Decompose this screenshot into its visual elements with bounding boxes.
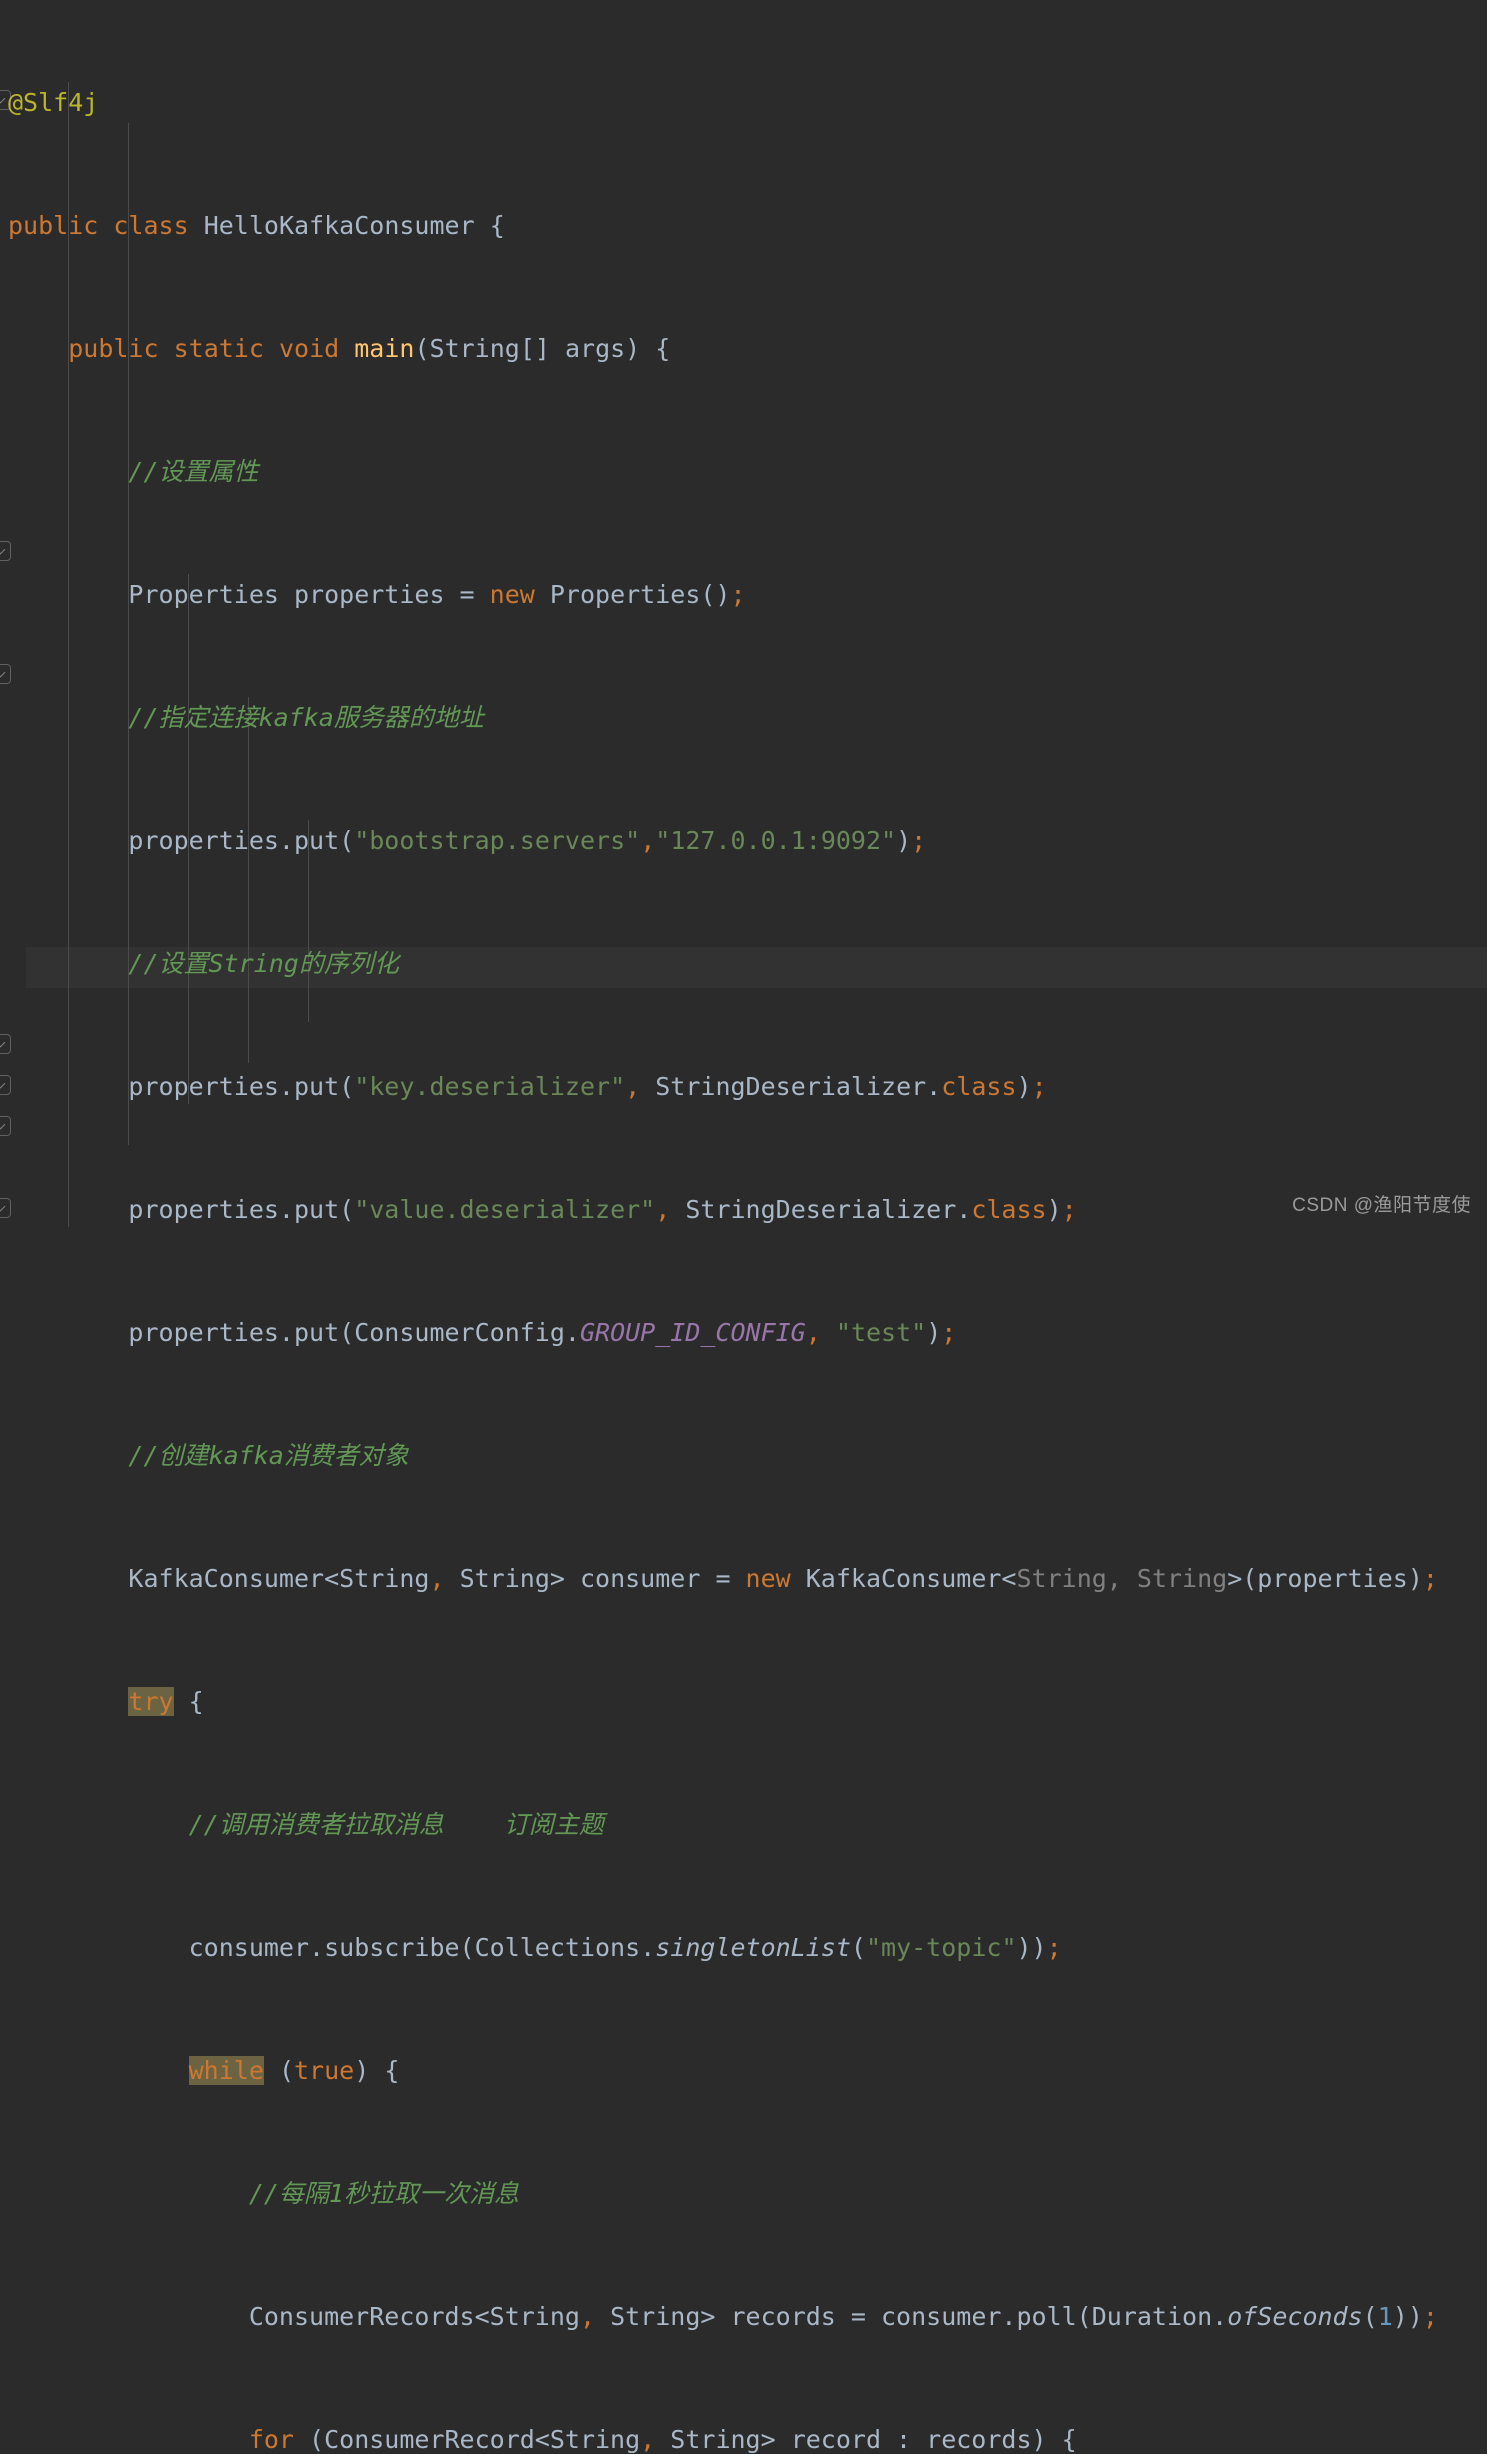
- method-name-main: main: [354, 334, 415, 363]
- comment-string-serialize: //设置String的序列化: [128, 949, 399, 978]
- code-line[interactable]: properties.put("bootstrap.servers","127.…: [0, 820, 1487, 861]
- code-line[interactable]: Properties properties = new Properties()…: [0, 574, 1487, 615]
- static-field-group-id-config: GROUP_ID_CONFIG: [579, 1318, 806, 1347]
- comment-poll-interval: //每隔1秒拉取一次消息: [248, 2179, 519, 2208]
- csdn-watermark: CSDN @渔阳节度使: [1292, 1195, 1471, 1216]
- code-line[interactable]: KafkaConsumer<String, String> consumer =…: [0, 1558, 1487, 1599]
- class-name: HelloKafkaConsumer: [203, 211, 475, 240]
- code-line[interactable]: @Slf4j: [0, 82, 1487, 123]
- code-line[interactable]: //调用消费者拉取消息 订阅主题: [0, 1804, 1487, 1845]
- comment-subscribe-topic: //调用消费者拉取消息 订阅主题: [188, 1810, 604, 1839]
- code-line[interactable]: for (ConsumerRecord<String, String> reco…: [0, 2419, 1487, 2454]
- code-line[interactable]: consumer.subscribe(Collections.singleton…: [0, 1927, 1487, 1968]
- static-method-singleton-list: singletonList: [655, 1933, 851, 1962]
- topic-value: my-topic: [881, 1933, 1002, 1962]
- code-line[interactable]: public static void main(String[] args) {: [0, 328, 1487, 369]
- code-line[interactable]: //设置属性: [0, 451, 1487, 492]
- code-line[interactable]: //每隔1秒拉取一次消息: [0, 2173, 1487, 2214]
- code-line[interactable]: properties.put("value.deserializer", Str…: [0, 1189, 1487, 1230]
- comment-set-properties: //设置属性: [128, 457, 259, 486]
- keyword-try-highlighted: try: [128, 1687, 174, 1716]
- annotation-slf4j: @Slf4j: [8, 88, 99, 117]
- comment-kafka-address: //指定连接kafka服务器的地址: [128, 703, 484, 732]
- keyword-while-highlighted: while: [188, 2056, 264, 2085]
- group-id-value: test: [850, 1318, 912, 1347]
- comment-create-consumer: //创建kafka消费者对象: [128, 1441, 409, 1470]
- code-content[interactable]: @Slf4j public class HelloKafkaConsumer {…: [0, 0, 1487, 2454]
- poll-seconds-value: 1: [1377, 2302, 1393, 2331]
- code-line[interactable]: public class HelloKafkaConsumer {: [0, 205, 1487, 246]
- bootstrap-servers-value: 127.0.0.1:9092: [670, 826, 882, 855]
- static-method-of-seconds: ofSeconds: [1227, 2302, 1363, 2331]
- code-line[interactable]: properties.put("key.deserializer", Strin…: [0, 1066, 1487, 1107]
- code-line[interactable]: properties.put(ConsumerConfig.GROUP_ID_C…: [0, 1312, 1487, 1353]
- code-line[interactable]: try {: [0, 1681, 1487, 1722]
- inferred-generic-types: String, String: [1016, 1564, 1228, 1593]
- code-line[interactable]: //指定连接kafka服务器的地址: [0, 697, 1487, 738]
- code-line[interactable]: //创建kafka消费者对象: [0, 1435, 1487, 1476]
- code-line[interactable]: ConsumerRecords<String, String> records …: [0, 2296, 1487, 2337]
- code-editor[interactable]: @Slf4j public class HelloKafkaConsumer {…: [0, 0, 1487, 2454]
- code-line[interactable]: //设置String的序列化: [0, 943, 1487, 984]
- code-line[interactable]: while (true) {: [0, 2050, 1487, 2091]
